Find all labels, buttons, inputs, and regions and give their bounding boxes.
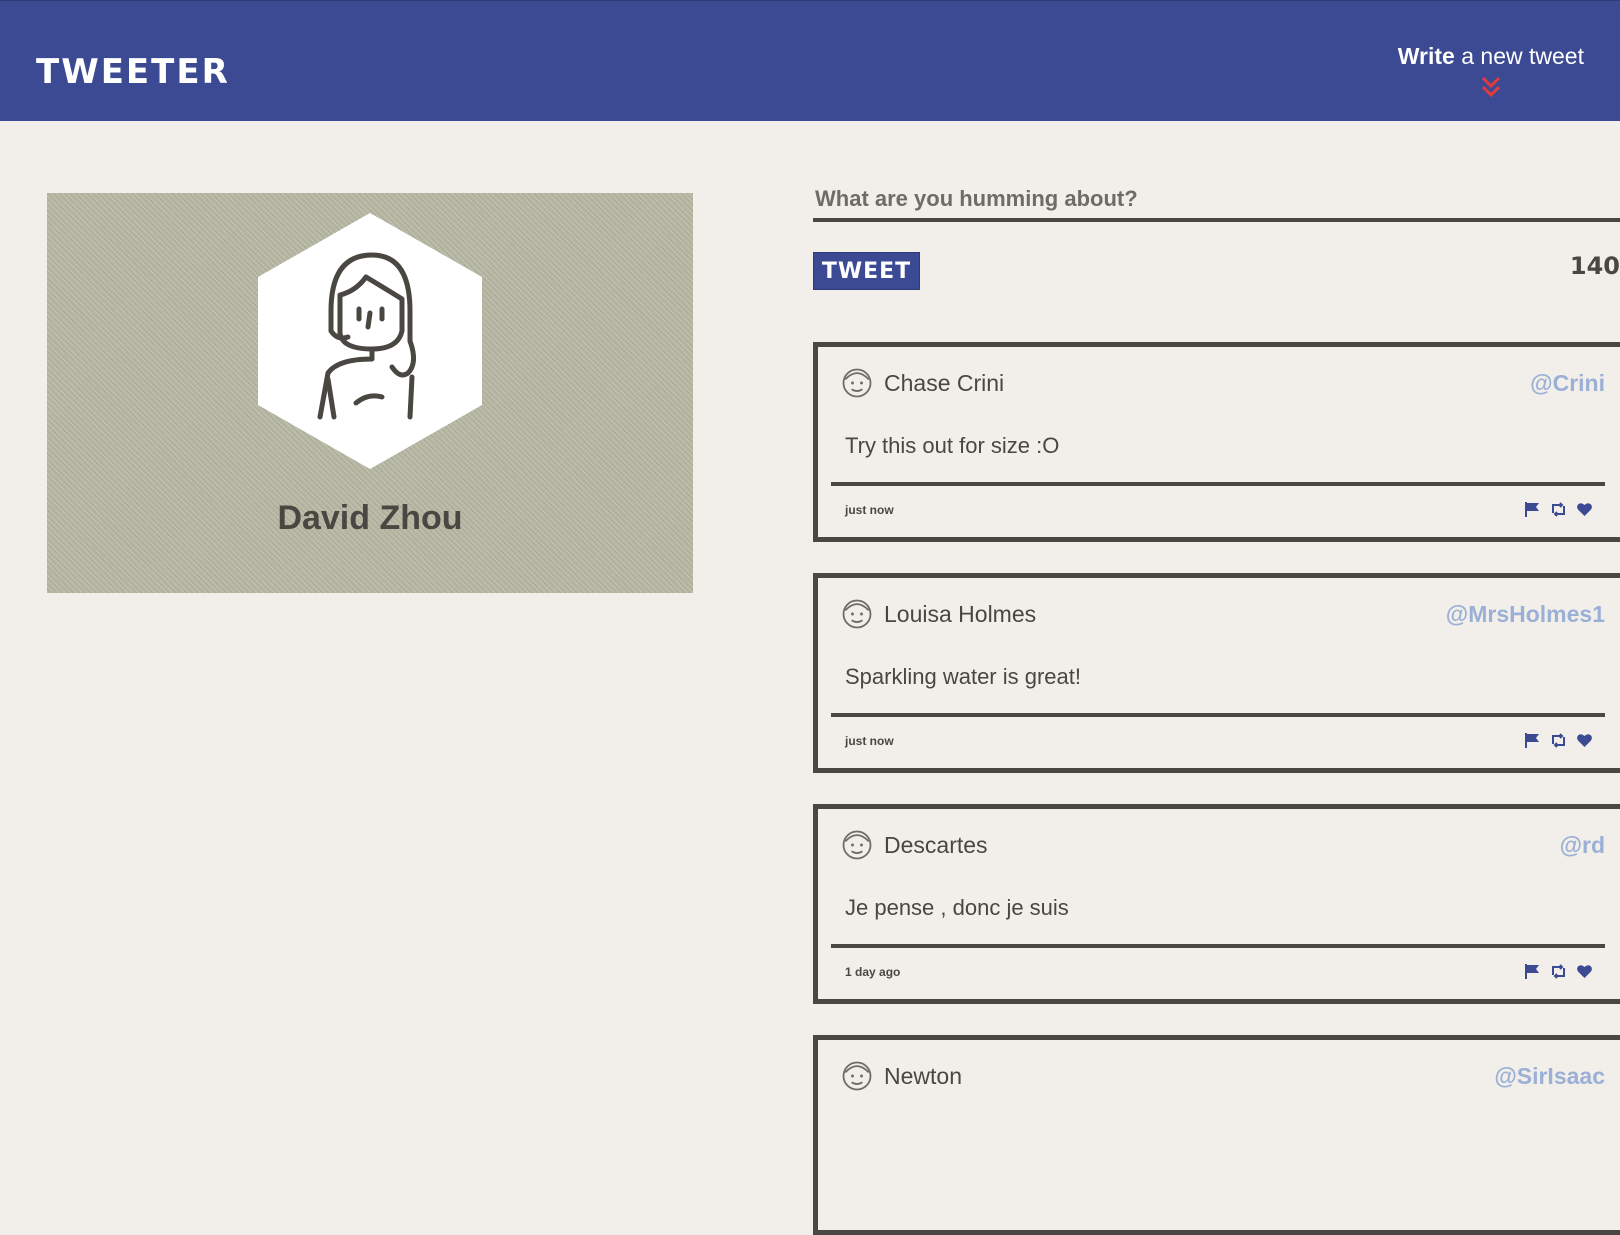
top-nav: TWEETER Write a new tweet — [0, 0, 1620, 121]
heart-icon[interactable] — [1576, 501, 1593, 518]
heart-icon[interactable] — [1576, 963, 1593, 980]
character-counter: 140 — [1569, 252, 1620, 280]
tweet-card: Descartes @rd Je pense , donc je suis 1 … — [813, 804, 1620, 1004]
woman-avatar-icon — [839, 596, 875, 632]
tweet-divider — [831, 944, 1605, 948]
heart-icon[interactable] — [1576, 732, 1593, 749]
tweet-actions — [1524, 963, 1593, 980]
tweet-timestamp: just now — [845, 734, 894, 748]
write-bold-label: Write — [1397, 43, 1455, 69]
tweet-divider — [831, 713, 1605, 717]
tweet-handle: @SirIsaac — [1494, 1063, 1605, 1089]
composer-prompt: What are you humming about? — [815, 186, 1138, 211]
tweet-timestamp: just now — [845, 503, 894, 517]
double-chevron-down-icon — [1481, 76, 1500, 98]
tweet-author: Chase Crini — [884, 370, 1005, 396]
profile-card: David Zhou — [47, 193, 693, 593]
tweet-actions — [1524, 501, 1593, 518]
tweet-divider — [831, 482, 1605, 486]
tweet-submit-button[interactable]: TWEET — [813, 252, 920, 290]
tweet-author: Louisa Holmes — [884, 601, 1037, 627]
tweet-text: Try this out for size :O — [845, 433, 1060, 458]
tweet-actions — [1524, 732, 1593, 749]
man-avatar-icon — [839, 1058, 875, 1094]
retweet-icon[interactable] — [1550, 501, 1567, 518]
tweet-composer: What are you humming about? TWEET 140 — [813, 186, 1620, 290]
bearded-man-avatar-icon — [839, 365, 875, 401]
retweet-icon[interactable] — [1550, 963, 1567, 980]
tweet-card: Louisa Holmes @MrsHolmes1 Sparkling wate… — [813, 573, 1620, 773]
tweet-author: Descartes — [884, 832, 988, 858]
man-avatar-icon — [839, 827, 875, 863]
tweet-handle: @MrsHolmes1 — [1445, 601, 1605, 627]
profile-avatar — [258, 213, 482, 469]
write-new-tweet-label: Write a new tweet — [1398, 45, 1584, 68]
tweet-card: Newton @SirIsaac — [813, 1035, 1620, 1235]
tweet-author: Newton — [884, 1063, 962, 1089]
tweet-handle: @Crini — [1530, 370, 1605, 396]
tweet-text: Je pense , donc je suis — [845, 895, 1069, 920]
tweet-text: Sparkling water is great! — [845, 664, 1081, 689]
brand-logo[interactable]: TWEETER — [36, 55, 230, 89]
tweet-textarea[interactable] — [813, 218, 1620, 230]
flag-icon[interactable] — [1524, 732, 1541, 749]
flag-icon[interactable] — [1524, 963, 1541, 980]
tweet-timestamp: 1 day ago — [845, 965, 901, 979]
profile-name: David Zhou — [277, 499, 463, 537]
retweet-icon[interactable] — [1550, 732, 1567, 749]
tweet-card: Chase Crini @Crini Try this out for size… — [813, 342, 1620, 542]
flag-icon[interactable] — [1524, 501, 1541, 518]
write-rest-label: a new tweet — [1454, 43, 1584, 69]
tweet-handle: @rd — [1559, 832, 1605, 858]
write-new-tweet-toggle[interactable]: Write a new tweet — [1398, 45, 1584, 98]
